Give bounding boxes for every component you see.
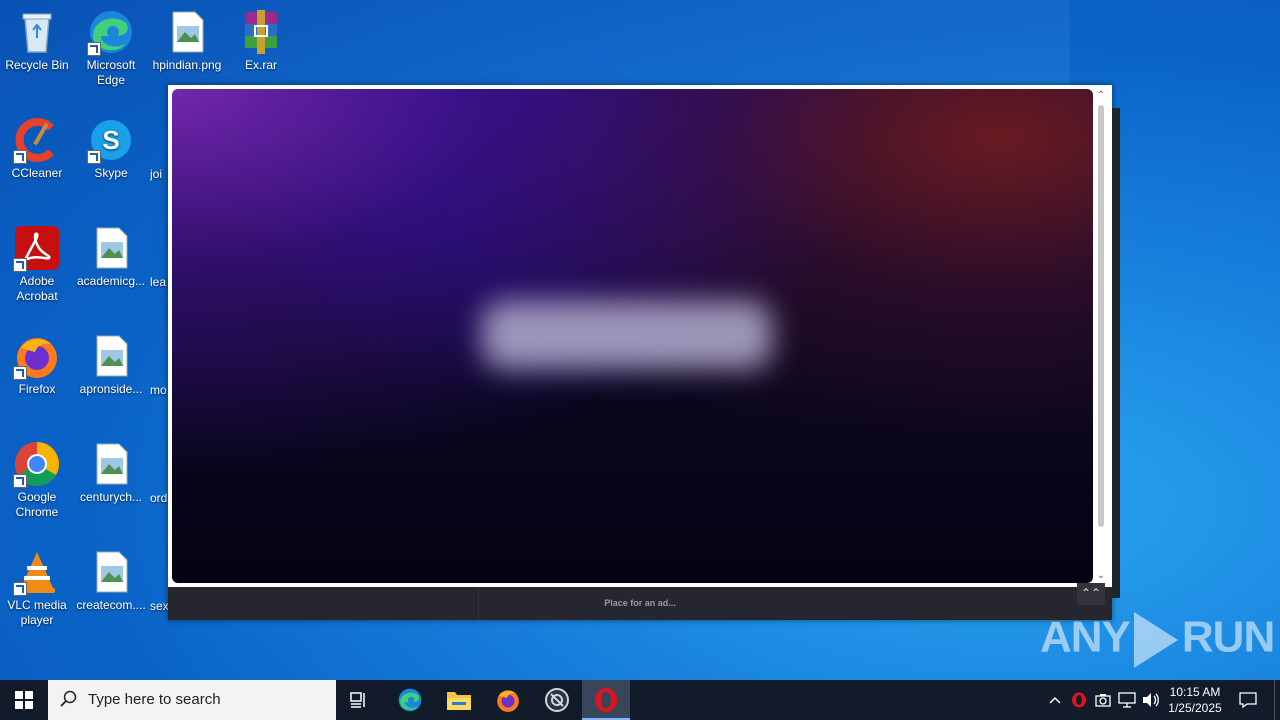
acrobat-icon [13, 224, 61, 272]
desktop-icon-label-clipped: mo [150, 383, 167, 397]
scroll-up-arrow-icon[interactable]: ⌃ [1094, 89, 1108, 103]
double-chevron-up-icon[interactable]: ⌃⌃ [1077, 583, 1105, 605]
firefox-icon [497, 690, 519, 712]
desktop-icon-hpindian[interactable]: hpindian.png [150, 8, 224, 73]
desktop-icon-label: Skype [94, 166, 128, 180]
desktop-icon-label: VLC media player [7, 598, 67, 627]
desktop-icon-microsoft-edge[interactable]: Microsoft Edge [74, 8, 148, 88]
taskbar: Type here to search 10:15 AM 1/25/2025 [0, 680, 1280, 720]
desktop-icon-label: apronside... [79, 382, 143, 396]
desktop-icon-label-clipped: sex [150, 599, 168, 613]
popup-frame: ⌃ ⌄ [168, 85, 1112, 587]
desktop-icon-label: centurych... [79, 490, 143, 504]
scroll-down-arrow-icon[interactable]: ⌄ [1094, 569, 1108, 583]
clock-date: 1/25/2025 [1168, 701, 1222, 715]
svg-text:S: S [102, 125, 119, 155]
notification-icon [1239, 692, 1257, 708]
desktop-icon-vlc[interactable]: VLC media player [0, 548, 74, 628]
search-placeholder: Type here to search [88, 691, 221, 708]
ad-bar: Place for an ad... [168, 587, 1112, 620]
desktop-icon-label-clipped: lea [150, 275, 167, 289]
desktop-icon-label: Microsoft Edge [86, 58, 136, 87]
taskbar-firefox-button[interactable] [484, 680, 532, 720]
taskbar-edge-button[interactable] [386, 680, 434, 720]
image-file-icon [87, 332, 135, 380]
vlc-icon [13, 548, 61, 596]
taskbar-app-button[interactable] [533, 680, 581, 720]
taskbar-opera-button[interactable] [582, 680, 630, 720]
popup-window[interactable]: ⌃ ⌄ Place for an ad... ⌃⌃ [168, 85, 1120, 620]
popup-shadow-strip [1112, 108, 1120, 598]
tray-camera-button[interactable] [1092, 680, 1114, 720]
anyrun-watermark: ANY RUN [1040, 612, 1275, 668]
image-file-icon [87, 440, 135, 488]
firefox-icon [13, 332, 61, 380]
image-file-icon [87, 548, 135, 596]
play-triangle-icon [1133, 612, 1178, 668]
opera-icon [1072, 692, 1086, 708]
desktop-icon-google-chrome[interactable]: Google Chrome [0, 440, 74, 520]
action-center-button[interactable] [1236, 680, 1260, 720]
desktop-icon-skype[interactable]: S Skype [74, 116, 148, 181]
desktop-icon-ex-rar[interactable]: Ex.rar [224, 8, 298, 73]
desktop-icon-label: academicg... [76, 274, 146, 288]
tray-volume-button[interactable] [1140, 680, 1162, 720]
opera-icon [595, 688, 617, 712]
edge-icon [87, 8, 135, 56]
desktop-icon-label: CCleaner [11, 166, 63, 180]
tray-overflow-button[interactable] [1044, 680, 1066, 720]
desktop-icon-recycle-bin[interactable]: Recycle Bin [0, 8, 74, 73]
watermark-text-left: ANY [1040, 612, 1131, 662]
image-file-icon [163, 8, 211, 56]
desktop-icon-label: createcom.... [76, 598, 146, 612]
tray-opera-button[interactable] [1068, 680, 1090, 720]
ccleaner-icon [13, 116, 61, 164]
task-view-button[interactable] [336, 680, 384, 720]
desktop-icon-label: Google Chrome [15, 490, 59, 519]
desktop-icon-label: Firefox [18, 382, 56, 396]
scrollbar-thumb[interactable] [1098, 105, 1104, 527]
desktop-icon-academicg[interactable]: academicg... [74, 224, 148, 289]
clock-time: 10:15 AM [1169, 685, 1221, 699]
taskbar-file-explorer-button[interactable] [435, 680, 483, 720]
desktop-icon-createcom[interactable]: createcom.... [74, 548, 148, 613]
winrar-icon [237, 8, 285, 56]
desktop-icon-label: Recycle Bin [5, 58, 69, 72]
taskbar-clock[interactable]: 10:15 AM 1/25/2025 [1162, 684, 1228, 716]
taskbar-search-box[interactable]: Type here to search [48, 680, 336, 720]
windows-logo-icon [15, 691, 33, 709]
desktop-icon-label-clipped: ord [150, 491, 168, 505]
desktop-icon-firefox[interactable]: Firefox [0, 332, 74, 397]
chevron-up-icon [1049, 696, 1061, 704]
blurred-banner [482, 301, 772, 369]
desktop-icon-label: Adobe Acrobat [16, 274, 58, 303]
desktop-icon-label-clipped: joi [150, 167, 163, 181]
chrome-icon [13, 440, 61, 488]
desktop-icon-label: hpindian.png [152, 58, 222, 72]
desktop-icon-ccleaner[interactable]: CCleaner [0, 116, 74, 181]
vertical-scrollbar[interactable]: ⌃ ⌄ [1094, 89, 1108, 583]
start-button[interactable] [0, 680, 48, 720]
skype-icon: S [87, 116, 135, 164]
desktop-icon-centurych[interactable]: centurych... [74, 440, 148, 505]
popup-content[interactable] [172, 89, 1093, 583]
task-view-icon [350, 692, 365, 708]
desktop-icon-adobe-acrobat[interactable]: Adobe Acrobat [0, 224, 74, 304]
edge-icon [398, 688, 422, 712]
ad-placeholder-text: Place for an ad... [604, 598, 676, 608]
volume-icon [1143, 693, 1159, 707]
network-icon [1118, 692, 1136, 708]
file-explorer-icon [447, 692, 471, 710]
desktop-icon-label: Ex.rar [244, 58, 277, 72]
recycle-bin-icon [13, 8, 61, 56]
tray-network-button[interactable] [1116, 680, 1138, 720]
image-file-icon [87, 224, 135, 272]
search-icon [60, 690, 77, 707]
watermark-text-right: RUN [1181, 612, 1275, 662]
settings-app-icon [545, 688, 569, 712]
camera-icon [1095, 694, 1111, 707]
desktop-icon-apronside[interactable]: apronside... [74, 332, 148, 397]
show-desktop-button[interactable] [1274, 680, 1280, 720]
